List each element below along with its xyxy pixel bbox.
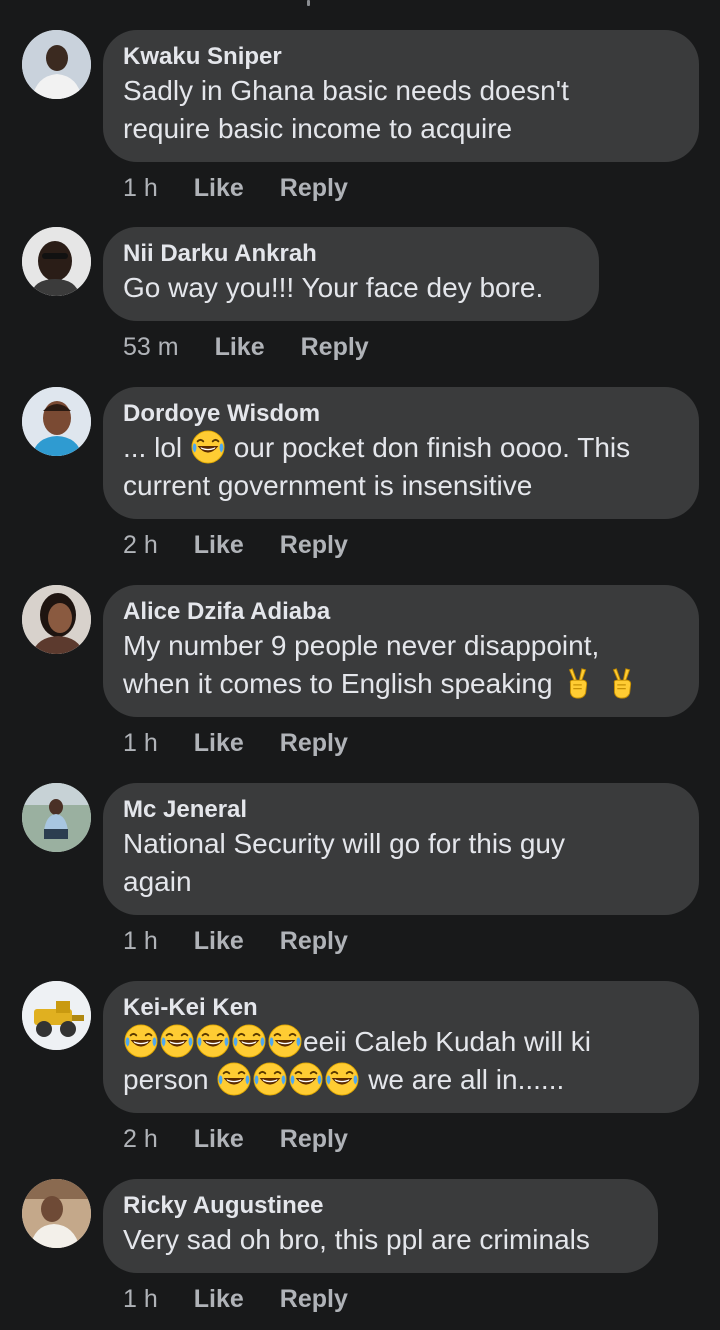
thread-divider [307, 0, 310, 6]
reply-button[interactable]: Reply [280, 174, 348, 203]
reply-button[interactable]: Reply [280, 531, 348, 560]
face-with-tears-of-joy-icon [160, 1024, 194, 1058]
like-button[interactable]: Like [194, 927, 244, 956]
face-with-tears-of-joy-icon [289, 1062, 323, 1096]
comment-bubble: Ricky Augustinee Very sad oh bro, this p… [103, 1179, 658, 1273]
comment-text-line: eeii Caleb Kudah will ki [123, 1023, 679, 1061]
face-with-tears-of-joy-icon [124, 1024, 158, 1058]
reply-button[interactable]: Reply [280, 927, 348, 956]
reply-button[interactable]: Reply [280, 1125, 348, 1154]
comment-text-line: current government is insensitive [123, 470, 533, 501]
face-with-tears-of-joy-icon [196, 1024, 230, 1058]
comment-bubble: Mc Jeneral National Security will go for… [103, 783, 699, 915]
comment-bubble: Nii Darku Ankrah Go way you!!! Your face… [103, 227, 599, 321]
comment-text-line: ... lol our pocket don finish oooo. This [123, 429, 679, 467]
comment-text-line: National Security will go for this guy [123, 828, 565, 859]
comment-timestamp[interactable]: 1 h [123, 927, 158, 956]
face-with-tears-of-joy-icon [253, 1062, 287, 1096]
face-with-tears-of-joy-icon [191, 430, 225, 464]
comment-timestamp[interactable]: 53 m [123, 333, 179, 362]
comment-timestamp[interactable]: 2 h [123, 531, 158, 560]
face-with-tears-of-joy-icon [268, 1024, 302, 1058]
comment-text-line: when it comes to English speaking [123, 665, 679, 703]
comment-timestamp[interactable]: 2 h [123, 1125, 158, 1154]
comment-author[interactable]: Kwaku Sniper [123, 42, 679, 72]
comment-text-part: ... lol [123, 432, 183, 463]
like-button[interactable]: Like [194, 174, 244, 203]
comment-text-line: person we are all in...... [123, 1061, 679, 1099]
comment-text-part: when it comes to English speaking [123, 668, 553, 699]
comment-author[interactable]: Ricky Augustinee [123, 1191, 638, 1221]
comment-text-line: Go way you!!! Your face dey bore. [123, 272, 544, 303]
avatar[interactable] [22, 585, 91, 654]
comment-actions: 1 h Like Reply [123, 927, 348, 956]
comment-actions: 1 h Like Reply [123, 174, 348, 203]
comment-author[interactable]: Dordoye Wisdom [123, 399, 679, 429]
face-with-tears-of-joy-icon [325, 1062, 359, 1096]
comments-feed: Kwaku Sniper Sadly in Ghana basic needs … [0, 0, 720, 1330]
like-button[interactable]: Like [194, 729, 244, 758]
comment-text-part: our pocket don finish oooo. This [233, 432, 631, 463]
reply-button[interactable]: Reply [301, 333, 369, 362]
like-button[interactable]: Like [194, 531, 244, 560]
comment-timestamp[interactable]: 1 h [123, 174, 158, 203]
comment-bubble: Kei-Kei Ken eeii Caleb Kudah will ki per… [103, 981, 699, 1113]
comment-author[interactable]: Alice Dzifa Adiaba [123, 597, 679, 627]
comment-author[interactable]: Kei-Kei Ken [123, 993, 679, 1023]
comment-text-line: Sadly in Ghana basic needs doesn't [123, 75, 569, 106]
comment-bubble: Kwaku Sniper Sadly in Ghana basic needs … [103, 30, 699, 162]
avatar[interactable] [22, 387, 91, 456]
comment-text-line: require basic income to acquire [123, 113, 513, 144]
victory-hand-icon [561, 666, 595, 700]
avatar[interactable] [22, 227, 91, 296]
comment-text-part: person [123, 1064, 209, 1095]
like-button[interactable]: Like [194, 1125, 244, 1154]
comment-text-part: we are all in...... [368, 1064, 565, 1095]
face-with-tears-of-joy-icon [217, 1062, 251, 1096]
reply-button[interactable]: Reply [280, 729, 348, 758]
comment-timestamp[interactable]: 1 h [123, 1285, 158, 1314]
comment-bubble: Dordoye Wisdom ... lol our pocket don fi… [103, 387, 699, 519]
like-button[interactable]: Like [215, 333, 265, 362]
comment-text-part: eeii Caleb Kudah will ki [303, 1026, 591, 1057]
like-button[interactable]: Like [194, 1285, 244, 1314]
victory-hand-icon [605, 666, 639, 700]
comment-actions: 2 h Like Reply [123, 1125, 348, 1154]
comment-actions: 2 h Like Reply [123, 531, 348, 560]
comment-text-line: My number 9 people never disappoint, [123, 630, 600, 661]
avatar[interactable] [22, 1179, 91, 1248]
comment-actions: 53 m Like Reply [123, 333, 369, 362]
comment-text-line: Very sad oh bro, this ppl are criminals [123, 1224, 590, 1255]
comment-author[interactable]: Mc Jeneral [123, 795, 679, 825]
avatar[interactable] [22, 981, 91, 1050]
comment-timestamp[interactable]: 1 h [123, 729, 158, 758]
comment-author[interactable]: Nii Darku Ankrah [123, 239, 579, 269]
avatar[interactable] [22, 30, 91, 99]
comment-text-line: again [123, 866, 192, 897]
face-with-tears-of-joy-icon [232, 1024, 266, 1058]
reply-button[interactable]: Reply [280, 1285, 348, 1314]
comment-actions: 1 h Like Reply [123, 1285, 348, 1314]
avatar[interactable] [22, 783, 91, 852]
comment-bubble: Alice Dzifa Adiaba My number 9 people ne… [103, 585, 699, 717]
comment-actions: 1 h Like Reply [123, 729, 348, 758]
